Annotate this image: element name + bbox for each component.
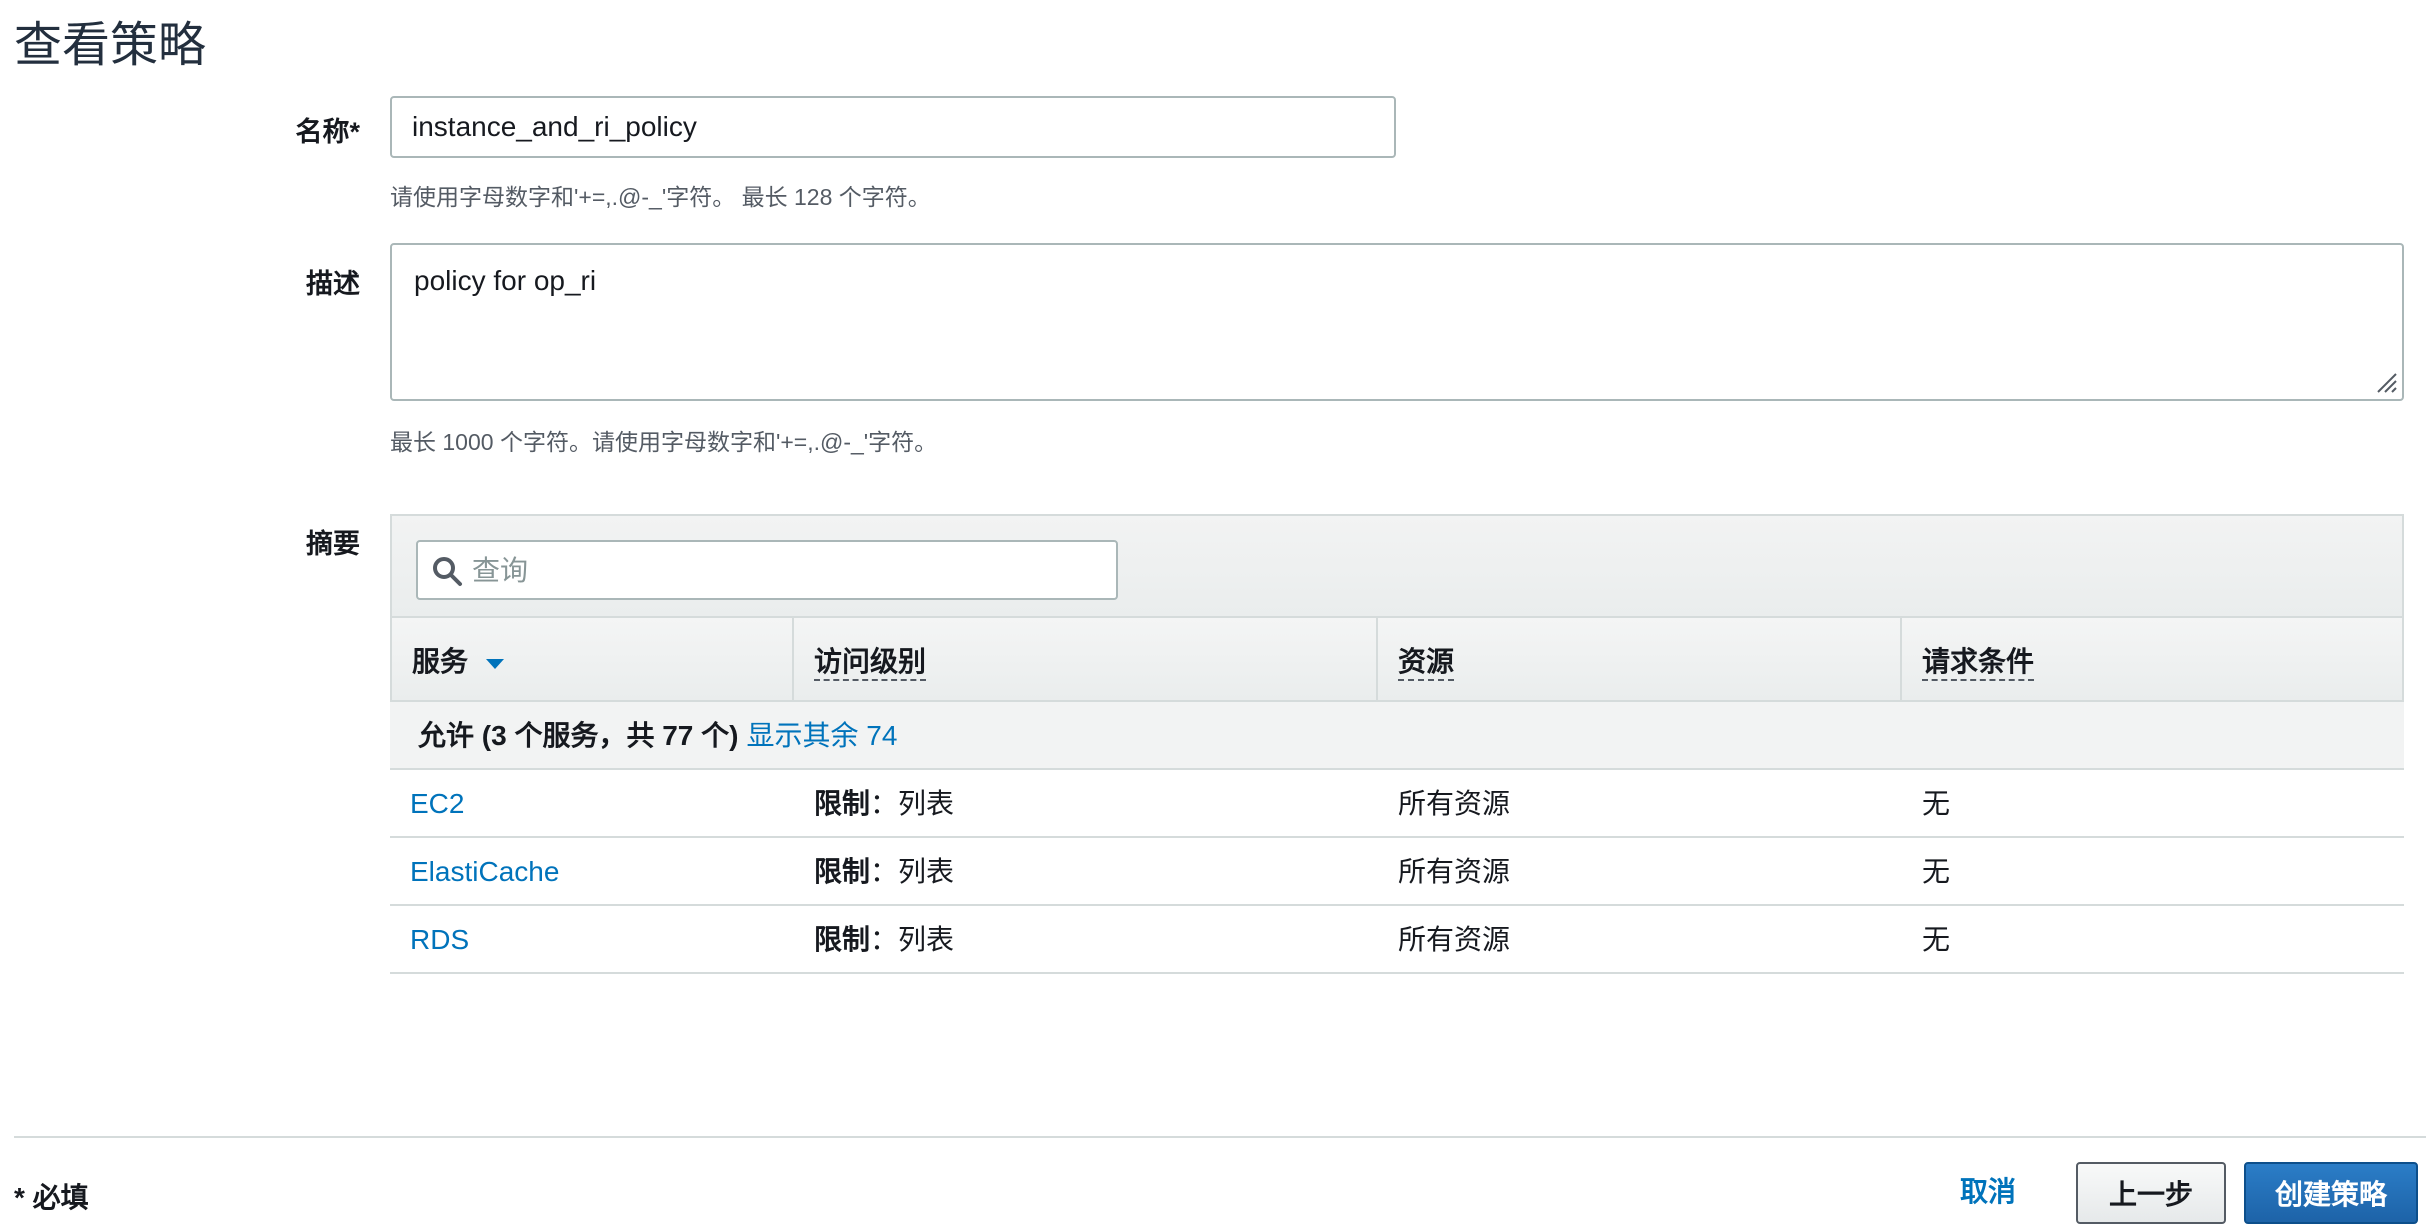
column-header-access-level-label: 访问级别	[814, 646, 927, 681]
condition-cell: 无	[1922, 924, 1951, 955]
table-row: ElastiCache 限制：列表 所有资源 无	[390, 838, 2404, 906]
access-level-limit: 限制	[814, 856, 871, 887]
table-header: 服务 访问级别 资源 请求条件	[390, 618, 2404, 702]
allow-group-label: 允许 (3 个服务，共 77 个)	[418, 720, 739, 751]
column-header-request-condition[interactable]: 请求条件	[1902, 618, 2402, 700]
description-textarea[interactable]: policy for op_ri	[390, 243, 2404, 401]
summary-toolbar	[390, 514, 2404, 618]
resource-cell: 所有资源	[1398, 924, 1511, 955]
table-row: EC2 限制：列表 所有资源 无	[390, 770, 2404, 838]
condition-cell: 无	[1922, 856, 1951, 887]
resize-handle-icon[interactable]	[2376, 372, 2398, 394]
search-box[interactable]	[416, 540, 1118, 600]
column-header-resource[interactable]: 资源	[1378, 618, 1902, 700]
access-level-separator: ：	[870, 924, 899, 955]
condition-cell: 无	[1922, 788, 1951, 819]
resource-cell: 所有资源	[1398, 788, 1511, 819]
access-level-separator: ：	[870, 856, 899, 887]
access-level-limit: 限制	[814, 924, 871, 955]
allow-group-row: 允许 (3 个服务，共 77 个) 显示其余 74	[390, 702, 2404, 770]
description-field-hint: 最长 1000 个字符。请使用字母数字和'+=,.@-_'字符。	[390, 429, 938, 455]
search-icon	[433, 557, 462, 586]
required-note: * 必填	[14, 1182, 89, 1213]
access-level-cell: 限制：列表	[814, 838, 954, 906]
access-level-value: 列表	[898, 924, 955, 955]
search-input[interactable]	[470, 548, 1094, 594]
service-link-rds[interactable]: RDS	[410, 906, 469, 974]
resource-cell: 所有资源	[1398, 856, 1511, 887]
access-level-cell: 限制：列表	[814, 906, 954, 974]
policy-summary-table: 服务 访问级别 资源 请求条件 允许 (3 个服务，共 77 个)显示其余 74…	[390, 514, 2404, 980]
cancel-button[interactable]: 取消	[1950, 1160, 2026, 1224]
column-header-access-level[interactable]: 访问级别	[794, 618, 1378, 700]
page-title: 查看策略	[14, 19, 207, 72]
service-link-ec2[interactable]: EC2	[410, 770, 464, 838]
column-header-service[interactable]: 服务	[392, 618, 794, 700]
create-policy-button[interactable]: 创建策略	[2244, 1162, 2418, 1224]
access-level-limit: 限制	[814, 788, 871, 819]
back-button[interactable]: 上一步	[2076, 1162, 2226, 1224]
name-field-hint: 请使用字母数字和'+=,.@-_'字符。 最长 128 个字符。	[390, 184, 931, 210]
table-row: RDS 限制：列表 所有资源 无	[390, 906, 2404, 974]
access-level-value: 列表	[898, 788, 955, 819]
show-remaining-link[interactable]: 显示其余 74	[746, 720, 897, 751]
column-header-service-label: 服务	[412, 646, 469, 677]
access-level-separator: ：	[870, 788, 899, 819]
summary-label: 摘要	[306, 529, 360, 559]
description-field-label: 描述	[306, 269, 360, 299]
column-header-resource-label: 资源	[1398, 646, 1455, 681]
access-level-cell: 限制：列表	[814, 770, 954, 838]
column-header-request-condition-label: 请求条件	[1922, 646, 2035, 681]
access-level-value: 列表	[898, 856, 955, 887]
service-link-elasticache[interactable]: ElastiCache	[410, 838, 559, 906]
footer-divider	[14, 1136, 2426, 1138]
sort-descending-icon[interactable]	[486, 658, 505, 669]
name-input[interactable]	[390, 96, 1396, 158]
name-field-label: 名称*	[295, 117, 360, 147]
